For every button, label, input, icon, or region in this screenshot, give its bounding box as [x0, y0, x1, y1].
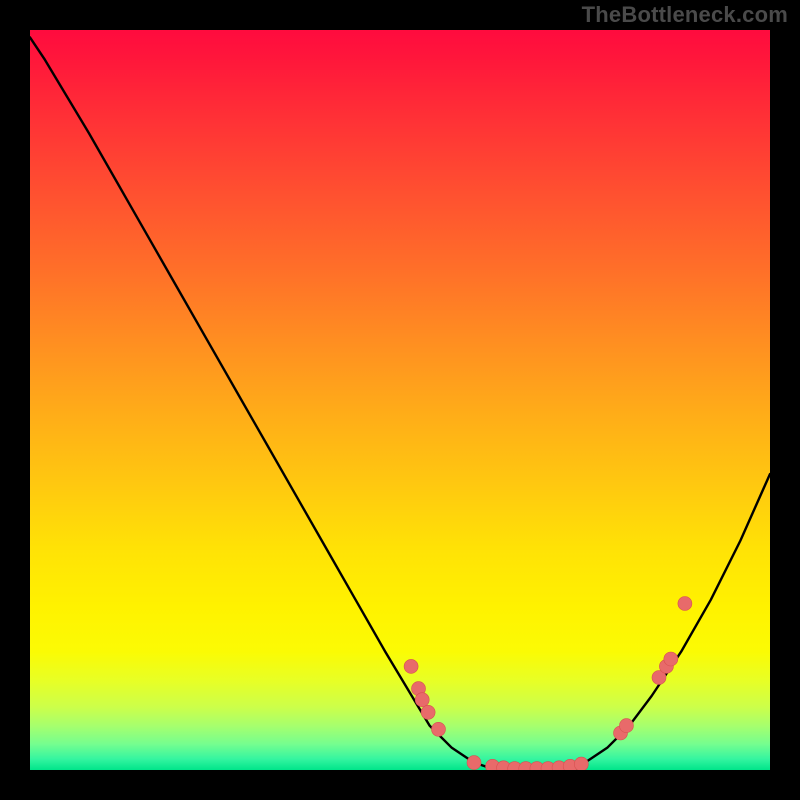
- data-point: [404, 659, 418, 673]
- data-point: [574, 757, 588, 770]
- data-point: [678, 597, 692, 611]
- data-point: [619, 719, 633, 733]
- bottleneck-curve: [30, 37, 770, 770]
- data-point: [467, 756, 481, 770]
- data-point: [431, 722, 445, 736]
- chart-container: TheBottleneck.com: [0, 0, 800, 800]
- watermark-text: TheBottleneck.com: [582, 2, 788, 28]
- data-point: [415, 693, 429, 707]
- data-point: [421, 705, 435, 719]
- data-point: [664, 652, 678, 666]
- chart-svg: [30, 30, 770, 770]
- plot-area: [30, 30, 770, 770]
